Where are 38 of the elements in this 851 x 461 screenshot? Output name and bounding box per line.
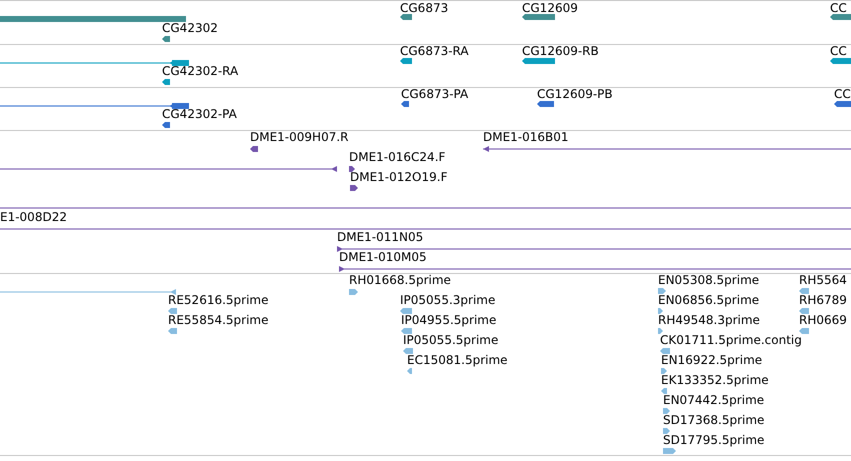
feature-label: IP05055.5prime	[403, 334, 498, 347]
feature-label: EK133352.5prime	[661, 374, 769, 387]
feature-label: EN06856.5prime	[658, 294, 760, 307]
feature-label: DME1-010M05	[339, 251, 427, 264]
feature-label: RH5564	[799, 274, 847, 287]
feature-label: RE52616.5prime	[168, 294, 268, 307]
feature-label: CC	[830, 2, 847, 15]
feature-label: RH49548.3prime	[658, 314, 760, 327]
feature-label: DME1-016C24.F	[349, 151, 446, 164]
feature-label: CG12609	[522, 2, 578, 15]
feature-label: DME1-016B01	[483, 131, 569, 144]
feature-label: DME1-009H07.R	[250, 131, 348, 144]
feature-label: DME1-012O19.F	[350, 171, 448, 184]
feature-label: EN07442.5prime	[663, 394, 764, 407]
feature-label: EC15081.5prime	[407, 354, 508, 367]
feature-label: RH0669	[799, 314, 847, 327]
feature-label: CG6873-RA	[400, 45, 469, 58]
feature-label: IP04955.5prime	[401, 314, 496, 327]
feature-label: CK01711.5prime.contig	[660, 334, 802, 347]
feature-label: RH01668.5prime	[349, 274, 451, 287]
feature-label: CG6873	[400, 2, 448, 15]
feature-label: CG42302-PA	[162, 108, 237, 121]
feature-label: CG42302-RA	[162, 65, 238, 78]
feature-label: CC	[834, 88, 851, 101]
feature-label: DME1-011N05	[337, 231, 424, 244]
feature-label: E1-008D22	[0, 211, 67, 224]
feature-label: RE55854.5prime	[168, 314, 268, 327]
feature-label: SD17368.5prime	[663, 414, 764, 427]
feature-label: CG42302	[162, 22, 218, 35]
feature-label: EN16922.5prime	[661, 354, 762, 367]
feature-label: CC	[830, 45, 847, 58]
feature-label: CG12609-RB	[522, 45, 599, 58]
feature-label: SD17795.5prime	[663, 434, 764, 447]
feature-label: EN05308.5prime	[658, 274, 760, 287]
feature-label: CG12609-PB	[537, 88, 613, 101]
feature-label: IP05055.3prime	[400, 294, 496, 307]
feature-label: RH6789	[799, 294, 847, 307]
feature-label: CG6873-PA	[401, 88, 468, 101]
